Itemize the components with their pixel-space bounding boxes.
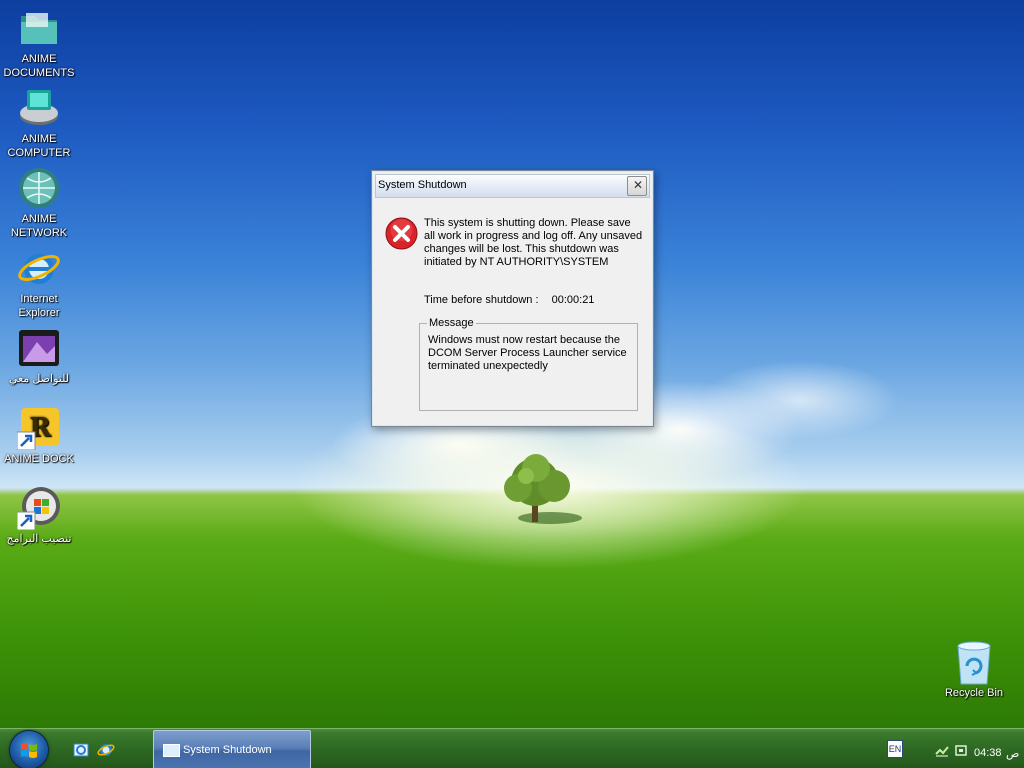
desktop-icon-anime-dock[interactable]: R ANIME DOCK [0,406,78,466]
install-programs-shortcut-icon [16,487,60,531]
clock[interactable]: 04:38 [974,747,1002,759]
countdown-value: 00:00:21 [551,294,595,306]
desktop-icon-label: Internet Explorer [18,293,60,319]
groupbox-label: Message [427,317,476,329]
contact-folder-icon [19,330,59,366]
taskbar-button-label: System Shutdown [183,744,272,756]
desktop-icon-label: ANIME DOCUMENTS [3,53,75,79]
shutdown-message: This system is shutting down. Please sav… [424,217,643,268]
window-icon [163,744,180,757]
network-tray-icon[interactable] [934,742,950,758]
time-before-shutdown-row: Time before shutdown : 00:00:21 [424,294,594,306]
start-button[interactable] [10,731,48,768]
network-globe-icon [19,168,59,208]
desktop-icon-contact[interactable]: للتواصل معي [0,326,78,386]
system-shutdown-dialog: System Shutdown ✕ This system is shuttin… [371,170,654,427]
taskbar: System Shutdown EN 04:38 ص [0,728,1024,768]
internet-explorer-icon [18,254,60,284]
desktop-icon-label: Recycle Bin [944,687,1004,699]
clock-ampm: ص [1006,748,1020,760]
error-icon [385,217,418,250]
desktop-icon-label: ANIME DOCK [4,453,74,465]
quick-launch-internet-explorer[interactable] [97,741,115,759]
computer-icon [20,90,58,125]
desktop-icon-label: ANIME NETWORK [10,213,68,239]
folder-icon [21,13,57,44]
quick-launch-show-desktop[interactable] [72,741,90,759]
desktop-icon-anime-documents[interactable]: ANIME DOCUMENTS [0,6,78,80]
desktop-icon-label: ANIME COMPUTER [7,133,71,159]
close-icon: ✕ [633,178,644,192]
groupbox-text: Windows must now restart because the DCO… [428,334,627,372]
message-groupbox: Message Windows must now restart because… [419,317,638,411]
dialog-title: System Shutdown [378,179,467,191]
close-button[interactable]: ✕ [627,176,647,196]
desktop-icon-label: للتواصل معي [8,373,70,385]
show-desktop-icon [73,743,89,757]
dialog-titlebar[interactable]: System Shutdown ✕ [375,174,650,198]
windows-logo-icon [21,743,37,758]
anime-dock-shortcut-icon: R [16,408,59,451]
desktop-icon-recycle-bin[interactable]: Recycle Bin [935,640,1013,700]
internet-explorer-icon [97,744,115,756]
taskbar-button-system-shutdown[interactable]: System Shutdown [153,730,311,768]
recycle-bin-icon [957,641,991,685]
volume-tray-icon[interactable] [953,742,969,758]
desktop-icon-anime-computer[interactable]: ANIME COMPUTER [0,86,78,160]
language-indicator[interactable]: EN [887,740,903,758]
desktop-icon-install-programs[interactable]: تنصيب البرامج [0,486,78,546]
desktop-icon-anime-network[interactable]: ANIME NETWORK [0,166,78,240]
tree-image [504,454,582,524]
desktop-icon-label: تنصيب البرامج [6,533,72,545]
time-label: Time before shutdown : [424,294,539,306]
desktop-icon-internet-explorer[interactable]: Internet Explorer [0,246,78,320]
